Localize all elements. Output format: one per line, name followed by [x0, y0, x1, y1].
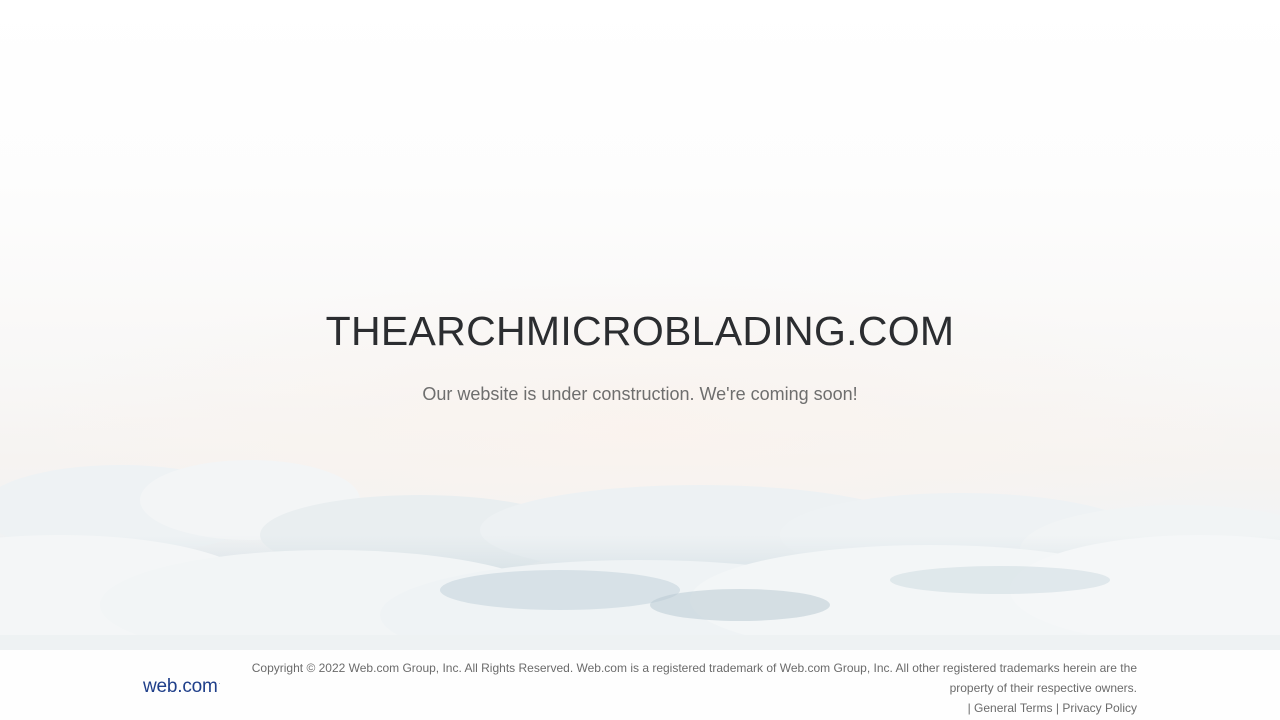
legal-links: | General Terms | Privacy Policy	[237, 698, 1137, 718]
copyright-line-1: Copyright © 2022 Web.com Group, Inc. All…	[251, 661, 1137, 675]
under-construction-message: Our website is under construction. We're…	[422, 384, 858, 404]
logo-mark: ·	[218, 681, 221, 687]
site-domain-title: THEARCHMICROBLADING.COM	[325, 308, 955, 354]
legal-text: Copyright © 2022 Web.com Group, Inc. All…	[237, 658, 1137, 718]
general-terms-link[interactable]: General Terms	[974, 701, 1052, 715]
web-com-logo[interactable]: web.com ·	[143, 676, 221, 698]
clouds-mountains-image	[0, 460, 1280, 670]
footer: web.com · Copyright © 2022 Web.com Group…	[0, 650, 1280, 720]
privacy-policy-link[interactable]: Privacy Policy	[1062, 701, 1137, 715]
logo-text: web.com	[143, 676, 218, 697]
copyright-line-2: property of their respective owners.	[949, 681, 1137, 695]
hero-background: THEARCHMICROBLADING.COM Our website is u…	[0, 0, 1280, 720]
